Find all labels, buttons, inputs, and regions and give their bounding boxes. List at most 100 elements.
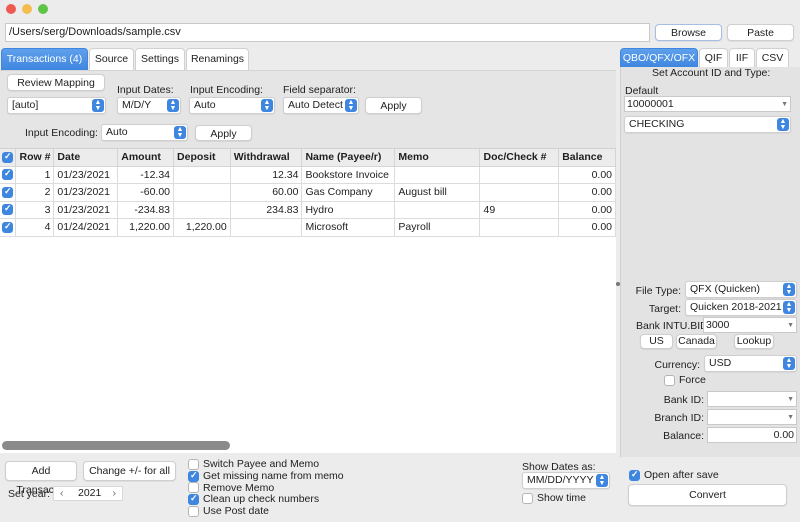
browse-button[interactable]: Browse — [655, 24, 722, 41]
bank-intu-combo[interactable]: 3000 ▼ — [703, 317, 797, 333]
show-time-option[interactable]: Show time — [522, 492, 586, 504]
option-clean-check-numbers[interactable]: Clean up check numbers — [188, 493, 344, 505]
col-row[interactable]: Row # — [15, 149, 55, 167]
select-all-checkbox[interactable] — [0, 149, 17, 167]
col-deposit[interactable]: Deposit — [173, 149, 231, 167]
cell-memo[interactable] — [394, 201, 481, 219]
cell-balance[interactable]: 0.00 — [558, 166, 616, 184]
cell-name[interactable]: Gas Company — [301, 183, 396, 202]
cell-doc[interactable] — [479, 166, 560, 184]
cell-doc[interactable] — [479, 218, 560, 237]
cell-amount[interactable]: 1,220.00 — [117, 218, 175, 237]
table-row[interactable]: 3 01/23/2021 -234.83 234.83 Hydro 49 0.0… — [0, 201, 616, 219]
col-memo[interactable]: Memo — [394, 149, 481, 167]
table-row[interactable]: 1 01/23/2021 -12.34 12.34 Bookstore Invo… — [0, 166, 616, 184]
cell-name[interactable]: Bookstore Invoice — [301, 166, 396, 184]
tab-csv[interactable]: CSV — [756, 48, 789, 67]
option-use-post-date[interactable]: Use Post date — [188, 505, 344, 517]
checkbox[interactable] — [188, 458, 199, 470]
show-dates-select[interactable]: MM/DD/YYYY ▲ ▼ — [522, 472, 610, 489]
row-checkbox[interactable] — [0, 218, 17, 237]
col-name[interactable]: Name (Payee/r) — [301, 149, 396, 167]
apply-encoding-button[interactable]: Apply — [195, 125, 252, 141]
row-checkbox[interactable] — [0, 166, 17, 184]
cell-deposit[interactable]: 1,220.00 — [173, 218, 231, 237]
balance-input[interactable]: 0.00 — [707, 427, 797, 443]
cell-name[interactable]: Microsoft — [301, 218, 396, 237]
cell-deposit[interactable] — [173, 201, 231, 219]
cell-deposit[interactable] — [173, 183, 231, 202]
tab-iif[interactable]: IIF — [729, 48, 755, 67]
checkbox[interactable] — [188, 493, 199, 505]
col-amount[interactable]: Amount — [117, 149, 175, 167]
chevron-right-icon[interactable]: › — [113, 487, 117, 500]
convert-button[interactable]: Convert — [628, 484, 787, 506]
checkbox[interactable] — [188, 505, 199, 517]
checkbox[interactable] — [188, 470, 199, 482]
tab-qbo-qfx-ofx[interactable]: QBO/QFX/OFX — [620, 48, 698, 67]
option-remove-memo[interactable]: Remove Memo — [188, 482, 344, 494]
cell-date[interactable]: 01/23/2021 — [53, 183, 119, 202]
checkbox[interactable] — [664, 374, 675, 386]
apply-separator-button[interactable]: Apply — [365, 97, 422, 114]
close-window-button[interactable] — [6, 4, 16, 14]
checkbox[interactable] — [629, 469, 640, 481]
cell-withdrawal[interactable] — [230, 218, 303, 237]
cell-deposit[interactable] — [173, 166, 231, 184]
zoom-window-button[interactable] — [38, 4, 48, 14]
col-doc[interactable]: Doc/Check # — [479, 149, 560, 167]
branch-id-combo[interactable]: ▼ — [707, 409, 797, 425]
input-dates-select[interactable]: M/D/Y ▲ ▼ — [117, 97, 181, 114]
col-date[interactable]: Date — [53, 149, 119, 167]
dropdown-arrow-icon[interactable]: ▼ — [787, 393, 794, 407]
us-button[interactable]: US — [640, 334, 673, 349]
col-balance[interactable]: Balance — [558, 149, 616, 167]
canada-button[interactable]: Canada — [676, 334, 717, 349]
cell-amount[interactable]: -60.00 — [117, 183, 175, 202]
cell-memo[interactable] — [394, 166, 481, 184]
account-id-combo[interactable]: 10000001 ▼ — [624, 96, 791, 112]
input-encoding-select[interactable]: Auto ▲ ▼ — [189, 97, 275, 114]
cell-doc[interactable] — [479, 183, 560, 202]
field-separator-select[interactable]: Auto Detect ▲ ▼ — [283, 97, 359, 114]
checkbox[interactable] — [522, 492, 533, 504]
cell-date[interactable]: 01/24/2021 — [53, 218, 119, 237]
cell-doc[interactable]: 49 — [479, 201, 560, 219]
horizontal-scrollbar[interactable] — [2, 441, 230, 450]
option-switch-payee-memo[interactable]: Switch Payee and Memo — [188, 458, 344, 470]
dropdown-arrow-icon[interactable]: ▼ — [781, 98, 788, 112]
input-encoding2-select[interactable]: Auto ▲ ▼ — [101, 124, 188, 141]
option-get-missing-name[interactable]: Get missing name from memo — [188, 470, 344, 482]
table-row[interactable]: 4 01/24/2021 1,220.00 1,220.00 Microsoft… — [0, 218, 616, 237]
bank-id-combo[interactable]: ▼ — [707, 391, 797, 407]
cell-balance[interactable]: 0.00 — [558, 183, 616, 202]
review-mapping-button[interactable]: Review Mapping — [7, 74, 105, 91]
cell-amount[interactable]: -234.83 — [117, 201, 175, 219]
row-checkbox[interactable] — [0, 183, 17, 202]
col-withdrawal[interactable]: Withdrawal — [230, 149, 303, 167]
year-stepper[interactable]: ‹ 2021 › — [53, 486, 123, 501]
force-option[interactable]: Force — [664, 374, 706, 386]
checkbox[interactable] — [188, 482, 199, 493]
cell-memo[interactable]: August bill — [394, 183, 481, 202]
currency-select[interactable]: USD ▲ ▼ — [704, 355, 797, 372]
splitter-handle[interactable] — [616, 282, 620, 286]
cell-amount[interactable]: -12.34 — [117, 166, 175, 184]
lookup-button[interactable]: Lookup — [734, 334, 774, 349]
add-transaction-button[interactable]: Add Transact... — [5, 461, 77, 496]
cell-name[interactable]: Hydro — [301, 201, 396, 219]
dropdown-arrow-icon[interactable]: ▼ — [787, 319, 794, 333]
file-type-select[interactable]: QFX (Quicken) ▲ ▼ — [685, 281, 797, 298]
cell-withdrawal[interactable]: 234.83 — [230, 201, 303, 219]
cell-balance[interactable]: 0.00 — [558, 218, 616, 237]
cell-date[interactable]: 01/23/2021 — [53, 201, 119, 219]
tab-source[interactable]: Source — [89, 48, 134, 70]
cell-memo[interactable]: Payroll — [394, 218, 481, 237]
table-row[interactable]: 2 01/23/2021 -60.00 60.00 Gas Company Au… — [0, 183, 616, 202]
open-after-save-option[interactable]: Open after save — [629, 469, 719, 481]
cell-withdrawal[interactable]: 60.00 — [230, 183, 303, 202]
mapping-select[interactable]: [auto] ▲ ▼ — [7, 97, 106, 114]
file-path-input[interactable]: /Users/serg/Downloads/sample.csv — [5, 23, 650, 42]
tab-transactions[interactable]: Transactions (4) — [1, 48, 88, 70]
change-sign-button[interactable]: Change +/- for all — [83, 461, 176, 481]
